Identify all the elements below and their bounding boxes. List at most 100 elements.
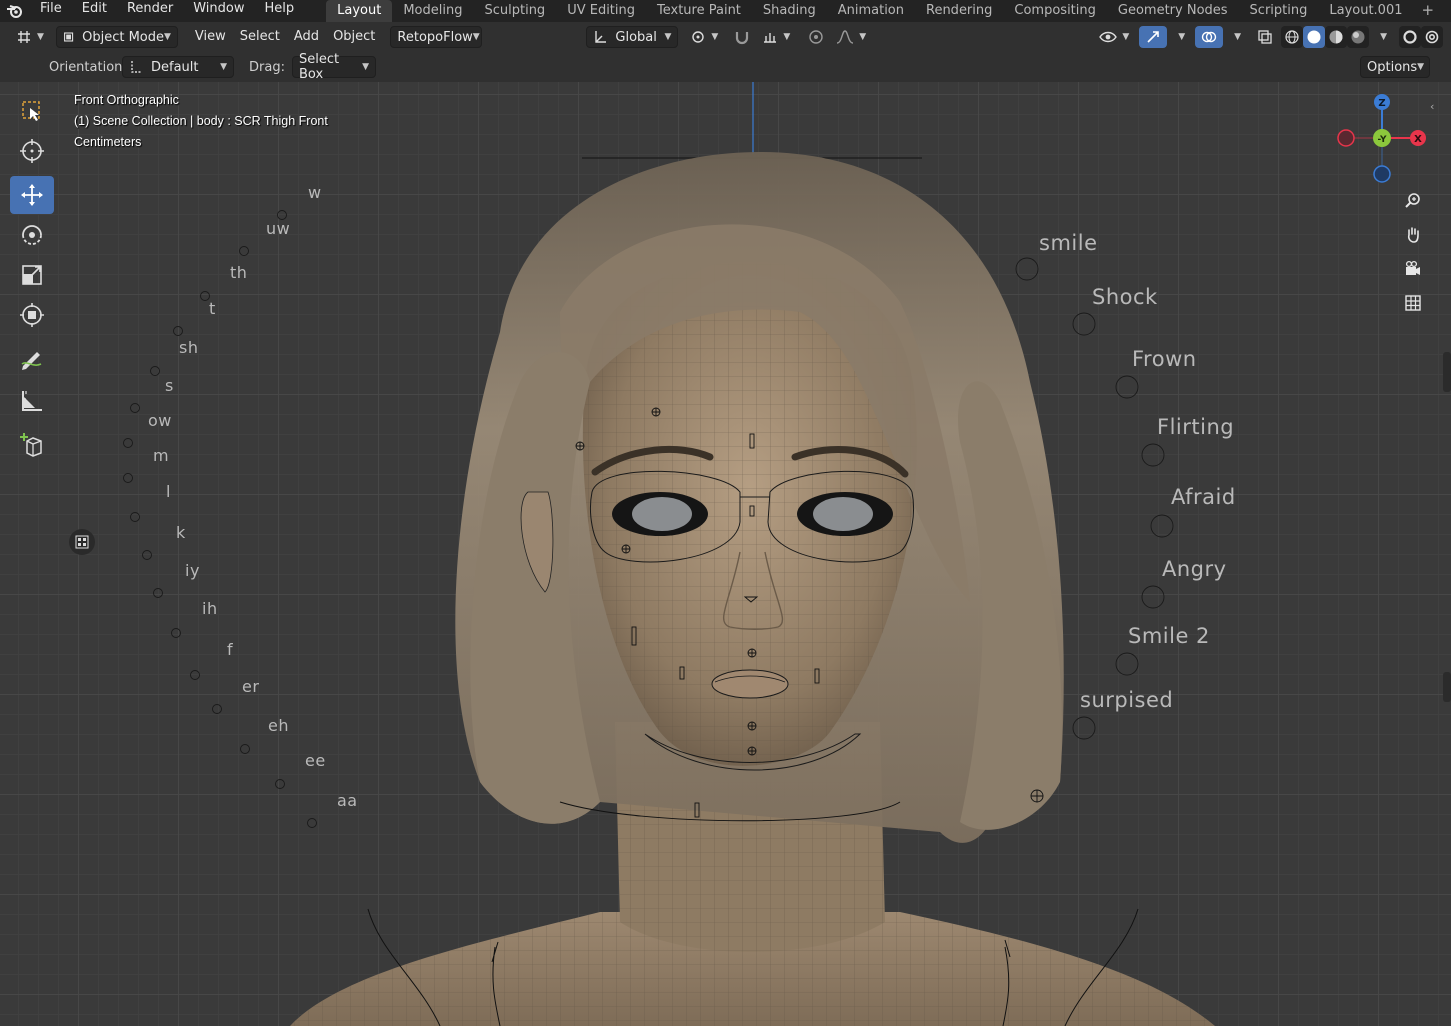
- pan-button[interactable]: [1398, 220, 1428, 250]
- overlays-toggle[interactable]: [1195, 26, 1224, 48]
- tab-rendering[interactable]: Rendering: [915, 0, 1003, 22]
- menu-view[interactable]: View: [188, 26, 233, 48]
- rotate-tool[interactable]: [10, 216, 54, 254]
- shading-material-button[interactable]: [1325, 26, 1348, 48]
- phoneme-label: f: [227, 640, 234, 659]
- menu-render[interactable]: Render: [117, 0, 183, 22]
- retopoflow-target-button[interactable]: [1421, 26, 1443, 48]
- drag-dropdown[interactable]: Select Box ▼: [292, 52, 376, 82]
- chevron-down-icon: ▼: [164, 32, 171, 42]
- phoneme-label: iy: [185, 561, 200, 580]
- orientation-value: Default: [151, 59, 199, 75]
- phoneme-label: th: [230, 263, 248, 282]
- gizmo-neg-z-axis[interactable]: [1373, 165, 1391, 183]
- add-cube-tool[interactable]: [10, 426, 54, 464]
- snap-target-button[interactable]: ▼: [756, 26, 796, 48]
- zoom-button[interactable]: [1398, 186, 1428, 216]
- sidebar-toggle-icon[interactable]: ‹: [1430, 100, 1434, 113]
- scrollbar-handle[interactable]: [1443, 352, 1451, 392]
- expression-label: Afraid: [1171, 485, 1236, 509]
- move-tool[interactable]: [10, 176, 54, 214]
- scale-tool[interactable]: [10, 256, 54, 294]
- material-sphere-icon: [1329, 30, 1343, 44]
- options-dropdown[interactable]: Options ▼: [1360, 56, 1430, 78]
- chevron-down-icon: ▼: [664, 32, 672, 42]
- cursor-tool[interactable]: [10, 132, 54, 170]
- measure-tool[interactable]: [10, 382, 54, 420]
- orientation-label: Global: [615, 29, 657, 45]
- move-arrows-icon: [21, 184, 43, 206]
- zoom-icon: [1405, 193, 1420, 208]
- tab-texture-paint[interactable]: Texture Paint: [646, 0, 752, 22]
- chevron-down-icon: ▼: [783, 32, 791, 42]
- tab-animation[interactable]: Animation: [827, 0, 915, 22]
- shading-rendered-button[interactable]: [1347, 26, 1370, 48]
- shading-dropdown[interactable]: ▼: [1369, 26, 1393, 48]
- tab-uv-editing[interactable]: UV Editing: [556, 0, 646, 22]
- phoneme-label: w: [308, 183, 322, 202]
- blender-logo-icon[interactable]: [0, 0, 30, 22]
- checker-icon[interactable]: [69, 529, 95, 555]
- pivot-point-button[interactable]: ▼: [684, 26, 724, 48]
- projection-toggle-button[interactable]: [1398, 288, 1428, 318]
- tab-scripting[interactable]: Scripting: [1239, 0, 1319, 22]
- phoneme-label: l: [166, 482, 171, 501]
- retopoflow-dropdown[interactable]: RetopoFlow ▼: [390, 26, 483, 48]
- transform-orientation-dropdown[interactable]: Global ▼: [586, 26, 679, 48]
- expression-label: Frown: [1132, 347, 1197, 371]
- tab-sculpting[interactable]: Sculpting: [473, 0, 556, 22]
- menu-help[interactable]: Help: [255, 0, 305, 22]
- retopoflow-start-button[interactable]: [1399, 26, 1421, 48]
- tab-layout[interactable]: Layout: [326, 0, 393, 22]
- collection-info-label: (1) Scene Collection | body : SCR Thigh …: [74, 114, 328, 128]
- shading-solid-button[interactable]: [1303, 26, 1326, 48]
- navigation-gizmo[interactable]: Z -Y X: [1332, 88, 1432, 188]
- 3d-viewport[interactable]: Front Orthographic (1) Scene Collection …: [0, 82, 1451, 1026]
- add-workspace-button[interactable]: +: [1414, 0, 1443, 22]
- menu-select[interactable]: Select: [233, 26, 287, 48]
- overlays-dropdown[interactable]: ▼: [1223, 26, 1247, 48]
- tab-compositing[interactable]: Compositing: [1003, 0, 1107, 22]
- orientation-dropdown[interactable]: Default ▼: [122, 56, 234, 78]
- expression-label: surpised: [1080, 688, 1174, 712]
- xray-icon: [1258, 30, 1272, 44]
- phoneme-label: aa: [337, 791, 358, 810]
- gizmo-neg-x-axis[interactable]: [1337, 129, 1355, 147]
- gizmo-dropdown[interactable]: ▼: [1167, 26, 1191, 48]
- menu-window[interactable]: Window: [183, 0, 254, 22]
- menu-object[interactable]: Object: [326, 26, 382, 48]
- snap-toggle[interactable]: [728, 26, 756, 48]
- ruler-icon: [22, 391, 42, 411]
- menu-file[interactable]: File: [30, 0, 72, 22]
- gizmo-toggle[interactable]: [1139, 26, 1168, 48]
- chevron-down-icon: ▼: [711, 32, 719, 42]
- chevron-down-icon: ▼: [1380, 32, 1387, 42]
- transform-tool[interactable]: [10, 296, 54, 334]
- tab-layout-001[interactable]: Layout.001: [1318, 0, 1413, 22]
- scene-render: [123, 82, 1215, 1026]
- scrollbar-handle[interactable]: [1443, 672, 1451, 702]
- chevron-down-icon: ▼: [1178, 32, 1186, 42]
- phoneme-label: eh: [268, 716, 289, 735]
- eye-icon: [1099, 31, 1118, 43]
- tab-shading[interactable]: Shading: [752, 0, 827, 22]
- expression-label: Smile 2: [1128, 624, 1210, 648]
- menu-add[interactable]: Add: [287, 26, 326, 48]
- xray-toggle[interactable]: [1251, 26, 1279, 48]
- falloff-button[interactable]: ▼: [830, 26, 872, 48]
- tab-modeling[interactable]: Modeling: [392, 0, 473, 22]
- camera-view-button[interactable]: [1398, 254, 1428, 284]
- shading-wireframe-button[interactable]: [1281, 26, 1304, 48]
- proportional-edit-toggle[interactable]: [802, 26, 830, 48]
- visibility-button[interactable]: ▼: [1093, 26, 1135, 48]
- tab-geometry-nodes[interactable]: Geometry Nodes: [1107, 0, 1239, 22]
- chevron-down-icon: ▼: [859, 32, 867, 42]
- chevron-down-icon: ▼: [472, 32, 480, 42]
- select-box-tool[interactable]: [10, 92, 54, 130]
- gizmo-icon: [1147, 31, 1160, 43]
- editor-type-button[interactable]: ▼: [10, 26, 50, 48]
- mode-dropdown[interactable]: Object Mode ▼: [55, 26, 178, 48]
- annotate-tool[interactable]: [10, 340, 54, 378]
- menu-edit[interactable]: Edit: [72, 0, 117, 22]
- snap-increment-icon: [764, 33, 777, 43]
